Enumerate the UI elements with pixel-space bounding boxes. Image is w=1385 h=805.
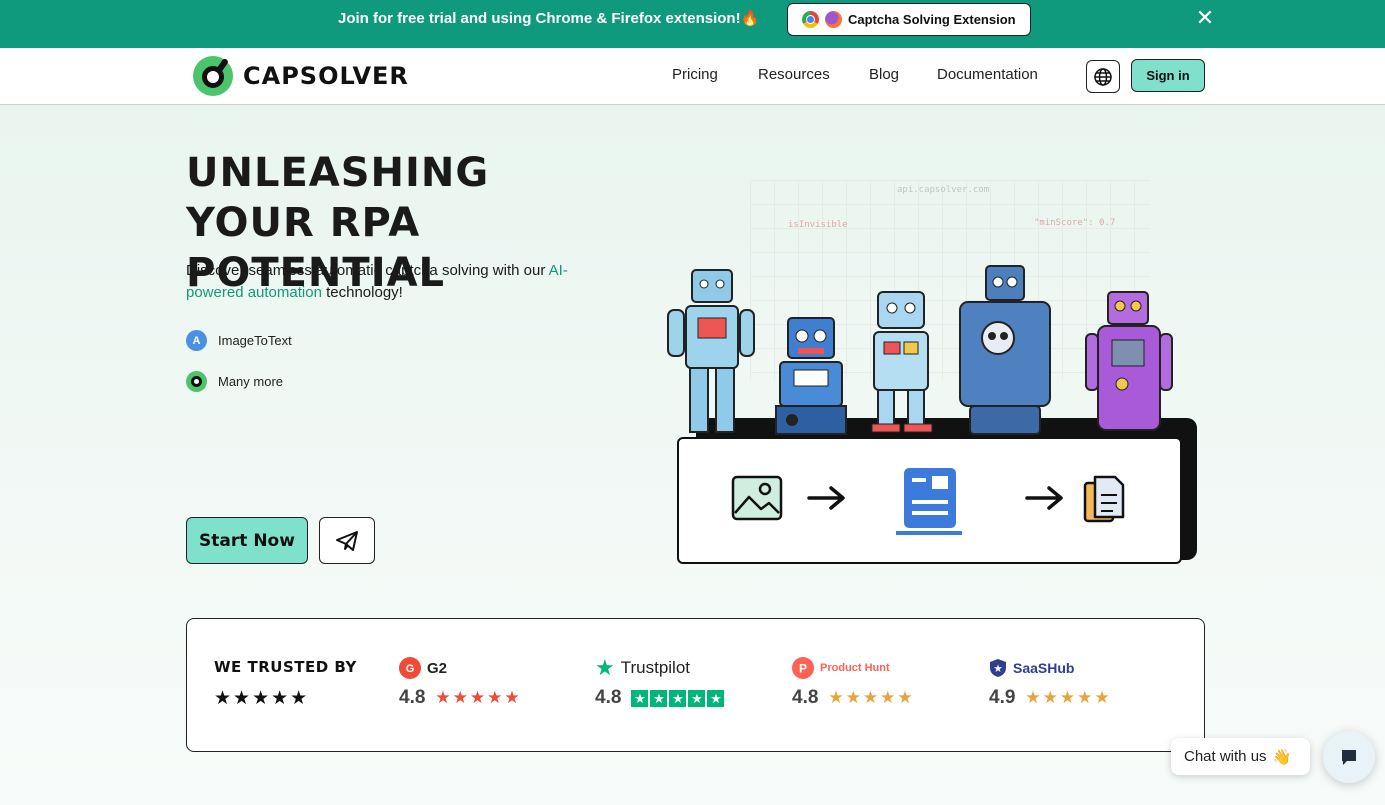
chat-icon bbox=[1342, 750, 1356, 765]
review-score: 4.8 bbox=[595, 687, 622, 708]
review-brand-label: SaaSHub bbox=[1013, 660, 1075, 676]
arrow-right-icon bbox=[807, 486, 845, 510]
review-brand-label: Product Hunt bbox=[820, 662, 890, 674]
chrome-icon bbox=[802, 11, 819, 28]
review-g2[interactable]: G G2 4.8 ★★★★★ bbox=[399, 655, 522, 709]
sign-in-button[interactable]: Sign in bbox=[1131, 59, 1205, 92]
trusted-by-panel: WE TRUSTED BY ★★★★★ G G2 4.8 ★★★★★ ★ Tru… bbox=[186, 618, 1205, 752]
copy-document-icon bbox=[1083, 475, 1125, 523]
robot-icon bbox=[667, 269, 755, 433]
extension-button[interactable]: Captcha Solving Extension bbox=[787, 3, 1031, 36]
robot-icon bbox=[959, 265, 1051, 435]
review-brand-label: G2 bbox=[427, 659, 448, 677]
star-icon: ★ bbox=[707, 689, 725, 707]
feature-item-imagetotext[interactable]: A ImageToText bbox=[186, 330, 292, 351]
svg-text:G: G bbox=[406, 663, 415, 675]
telegram-icon bbox=[336, 530, 358, 551]
telegram-button[interactable] bbox=[319, 517, 375, 564]
review-stars: ★★★★★ bbox=[435, 688, 522, 707]
arrow-right-icon bbox=[1025, 486, 1063, 510]
trustpilot-star-icon: ★ bbox=[595, 655, 615, 680]
review-product-hunt[interactable]: P Product Hunt 4.8 ★★★★★ bbox=[792, 655, 915, 709]
capsolver-icon bbox=[186, 371, 207, 392]
image-to-text-icon: A bbox=[186, 330, 207, 351]
trusted-stars: ★★★★★ bbox=[214, 688, 310, 709]
feature-label: Many more bbox=[218, 374, 284, 389]
svg-text:★: ★ bbox=[994, 664, 1003, 674]
extension-label: Captcha Solving Extension bbox=[848, 12, 1016, 27]
review-score: 4.8 bbox=[792, 687, 819, 708]
review-stars: ★ ★ ★ ★ ★ bbox=[631, 689, 725, 707]
robot-icon bbox=[1085, 291, 1173, 431]
review-saashub[interactable]: ★ SaaSHub 4.9 ★★★★★ bbox=[989, 655, 1112, 709]
document-image-icon bbox=[896, 468, 962, 535]
robot-icon bbox=[775, 317, 847, 435]
product-hunt-icon: P bbox=[792, 657, 814, 679]
close-icon[interactable]: ✕ bbox=[1195, 7, 1215, 29]
feature-item-many-more[interactable]: Many more bbox=[186, 371, 283, 392]
nav-blog[interactable]: Blog bbox=[869, 66, 899, 83]
review-trustpilot[interactable]: ★ Trustpilot 4.8 ★ ★ ★ ★ ★ bbox=[595, 655, 725, 709]
robot-icon bbox=[871, 291, 933, 433]
firefox-icon bbox=[825, 11, 842, 28]
star-icon: ★ bbox=[669, 689, 687, 707]
chat-label: Chat with us bbox=[1184, 748, 1267, 765]
promo-banner: Join for free trial and using Chrome & F… bbox=[0, 0, 1385, 48]
code-label: "minScore": 0.7 bbox=[1034, 218, 1116, 228]
nav-documentation[interactable]: Documentation bbox=[937, 66, 1038, 83]
nav-resources[interactable]: Resources bbox=[758, 66, 830, 83]
waving-hand-icon: 👋 bbox=[1272, 748, 1292, 766]
trusted-title: WE TRUSTED BY bbox=[214, 658, 357, 676]
star-icon: ★ bbox=[688, 689, 706, 707]
review-stars: ★★★★★ bbox=[828, 688, 915, 707]
language-button[interactable] bbox=[1086, 60, 1120, 93]
review-score: 4.9 bbox=[989, 687, 1016, 708]
start-now-button[interactable]: Start Now bbox=[186, 517, 308, 564]
g2-icon: G bbox=[399, 657, 421, 679]
logo-icon bbox=[193, 56, 233, 96]
desc-before: Discover seamless automatic captcha solv… bbox=[186, 262, 549, 279]
logo-text: CAPSOLVER bbox=[243, 62, 409, 90]
desc-after: technology! bbox=[321, 284, 403, 301]
review-stars: ★★★★★ bbox=[1025, 688, 1112, 707]
logo[interactable]: CAPSOLVER bbox=[193, 55, 409, 97]
saashub-shield-icon: ★ bbox=[990, 659, 1006, 677]
image-icon bbox=[731, 475, 783, 521]
banner-text: Join for free trial and using Chrome & F… bbox=[338, 10, 760, 27]
hero-description: Discover seamless automatic captcha solv… bbox=[186, 260, 606, 304]
code-label: isInvisible bbox=[788, 220, 848, 230]
star-icon: ★ bbox=[650, 689, 668, 707]
review-score: 4.8 bbox=[399, 687, 426, 708]
star-icon: ★ bbox=[631, 689, 649, 707]
chat-prompt[interactable]: Chat with us 👋 bbox=[1171, 738, 1310, 775]
globe-icon bbox=[1094, 67, 1112, 86]
code-label: api.capsolver.com bbox=[897, 185, 990, 195]
chat-launcher-button[interactable] bbox=[1323, 731, 1375, 783]
svg-text:P: P bbox=[799, 662, 807, 676]
review-brand-label: Trustpilot bbox=[620, 658, 691, 677]
nav-pricing[interactable]: Pricing bbox=[672, 66, 718, 83]
feature-label: ImageToText bbox=[218, 333, 292, 348]
flow-card bbox=[677, 437, 1182, 564]
